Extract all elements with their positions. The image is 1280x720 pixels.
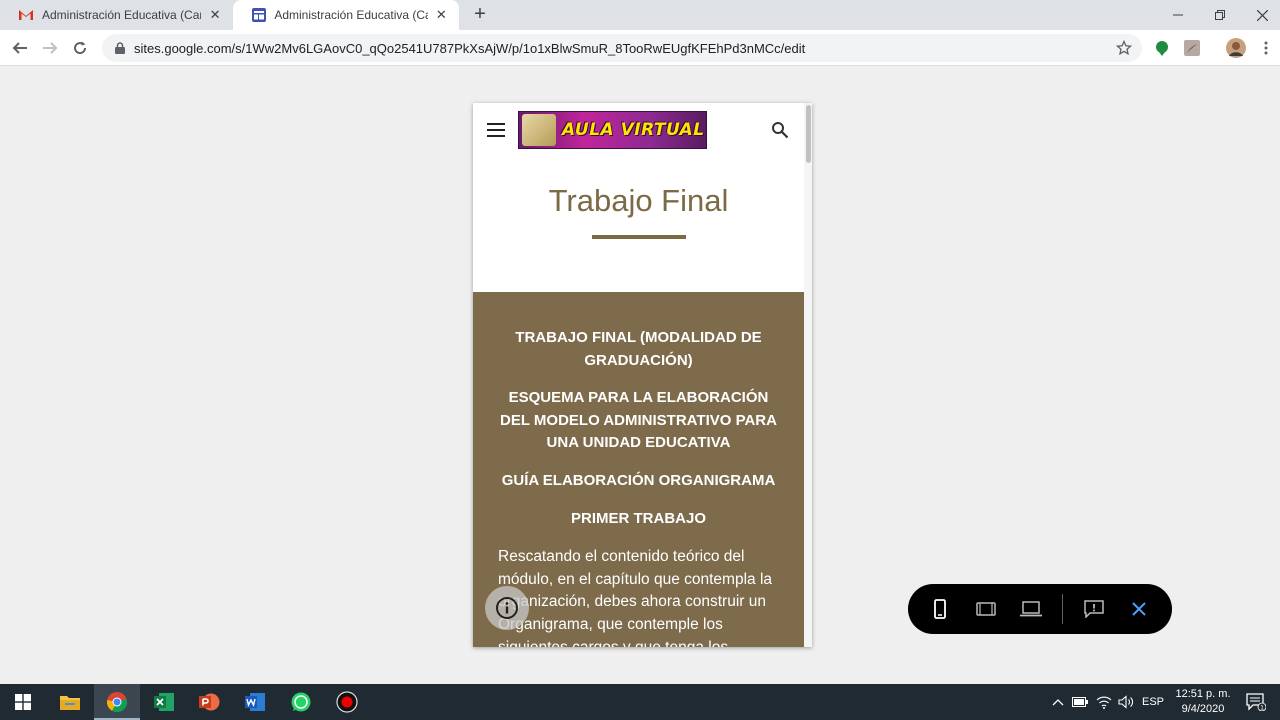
battery-icon[interactable] — [1071, 693, 1089, 711]
tab-title: Administración Educativa (Campo — [274, 8, 427, 22]
logo-text: AULA VIRTUAL — [562, 120, 705, 140]
preview-device-toolbar — [908, 584, 1172, 634]
lock-icon — [114, 41, 126, 55]
hamburger-menu-icon[interactable] — [487, 123, 505, 137]
heading-esquema[interactable]: ESQUEMA PARA LA ELABORACIÓN DEL MODELO A… — [493, 387, 784, 455]
google-sites-icon — [251, 7, 266, 23]
info-icon[interactable] — [485, 586, 529, 630]
browser-toolbar: sites.google.com/s/1Ww2Mv6LGAovC0_qQo254… — [0, 30, 1280, 66]
minimize-icon[interactable] — [1156, 0, 1200, 30]
clock-date: 9/4/2020 — [1181, 703, 1225, 715]
site-header: AULA VIRTUAL — [473, 103, 804, 157]
close-tab-icon[interactable]: ✕ — [434, 7, 449, 23]
extension-green-icon[interactable] — [1152, 38, 1172, 58]
back-icon[interactable] — [8, 36, 32, 60]
wifi-icon[interactable] — [1095, 693, 1113, 711]
whatsapp-icon[interactable] — [278, 684, 324, 720]
chrome-icon[interactable] — [94, 684, 140, 720]
notifications-icon[interactable]: 1 — [1244, 693, 1268, 711]
language-indicator[interactable]: ESP — [1140, 693, 1166, 711]
taskbar-clock[interactable]: 12:51 p. m. 9/4/2020 — [1168, 687, 1238, 717]
browser-menu-icon[interactable] — [1256, 38, 1276, 58]
tab-gmail[interactable]: Administración Educativa (Campo ✕ — [0, 0, 233, 30]
tab-strip: Administración Educativa (Campo ✕ Admini… — [0, 0, 1280, 30]
recorder-icon[interactable] — [324, 684, 370, 720]
heading-guia-organigrama[interactable]: GUÍA ELABORACIÓN ORGANIGRAMA — [493, 470, 784, 493]
url-text: sites.google.com/s/1Ww2Mv6LGAovC0_qQo254… — [134, 40, 806, 56]
laptop-icon[interactable] — [1018, 596, 1044, 622]
logo-emblem-icon — [522, 114, 556, 146]
excel-icon[interactable] — [141, 684, 187, 720]
address-bar[interactable]: sites.google.com/s/1Ww2Mv6LGAovC0_qQo254… — [102, 34, 1142, 62]
windows-start-icon[interactable] — [0, 684, 46, 720]
toolbar-separator — [1062, 594, 1063, 624]
body-paragraph: Rescatando el contenido teórico del módu… — [498, 548, 773, 647]
tablet-icon[interactable] — [973, 596, 999, 622]
word-icon[interactable] — [232, 684, 278, 720]
reload-icon[interactable] — [68, 36, 92, 60]
search-icon[interactable] — [771, 121, 789, 139]
pdf-extension-icon[interactable] — [1182, 38, 1202, 58]
heading-primer-trabajo[interactable]: PRIMER TRABAJO — [493, 508, 784, 531]
forward-icon[interactable] — [38, 36, 62, 60]
page-title: Trabajo Final — [548, 183, 729, 218]
preview-scrollbar[interactable] — [804, 103, 812, 647]
preview-scrollbar-thumb[interactable] — [806, 105, 811, 163]
tab-title: Administración Educativa (Campo — [42, 8, 201, 22]
close-tab-icon[interactable]: ✕ — [207, 7, 223, 23]
restore-icon[interactable] — [1198, 0, 1242, 30]
gmail-icon — [18, 7, 34, 23]
profile-avatar-icon[interactable] — [1224, 38, 1248, 58]
mobile-preview-frame: AULA VIRTUAL Trabajo Final TRABAJO FINAL… — [473, 103, 812, 647]
chevron-up-icon[interactable] — [1050, 693, 1066, 711]
close-icon[interactable] — [1126, 596, 1152, 622]
clock-time: 12:51 p. m. — [1175, 688, 1231, 700]
new-tab-button[interactable]: + — [469, 4, 491, 26]
title-divider — [592, 235, 686, 239]
feedback-icon[interactable] — [1081, 596, 1107, 622]
close-window-icon[interactable] — [1240, 0, 1280, 30]
powerpoint-icon[interactable] — [186, 684, 232, 720]
volume-icon[interactable] — [1117, 693, 1135, 711]
phone-icon[interactable] — [927, 596, 953, 622]
taskbar: ESP 12:51 p. m. 9/4/2020 1 — [0, 684, 1280, 720]
heading-trabajo-final[interactable]: TRABAJO FINAL (MODALIDAD DE GRADUACIÓN) — [493, 327, 784, 372]
notification-count: 1 — [1260, 705, 1264, 712]
site-logo[interactable]: AULA VIRTUAL — [518, 111, 707, 149]
file-explorer-icon[interactable] — [47, 684, 93, 720]
bookmark-star-icon[interactable] — [1115, 39, 1133, 56]
tab-google-sites[interactable]: Administración Educativa (Campo ✕ — [233, 0, 459, 30]
